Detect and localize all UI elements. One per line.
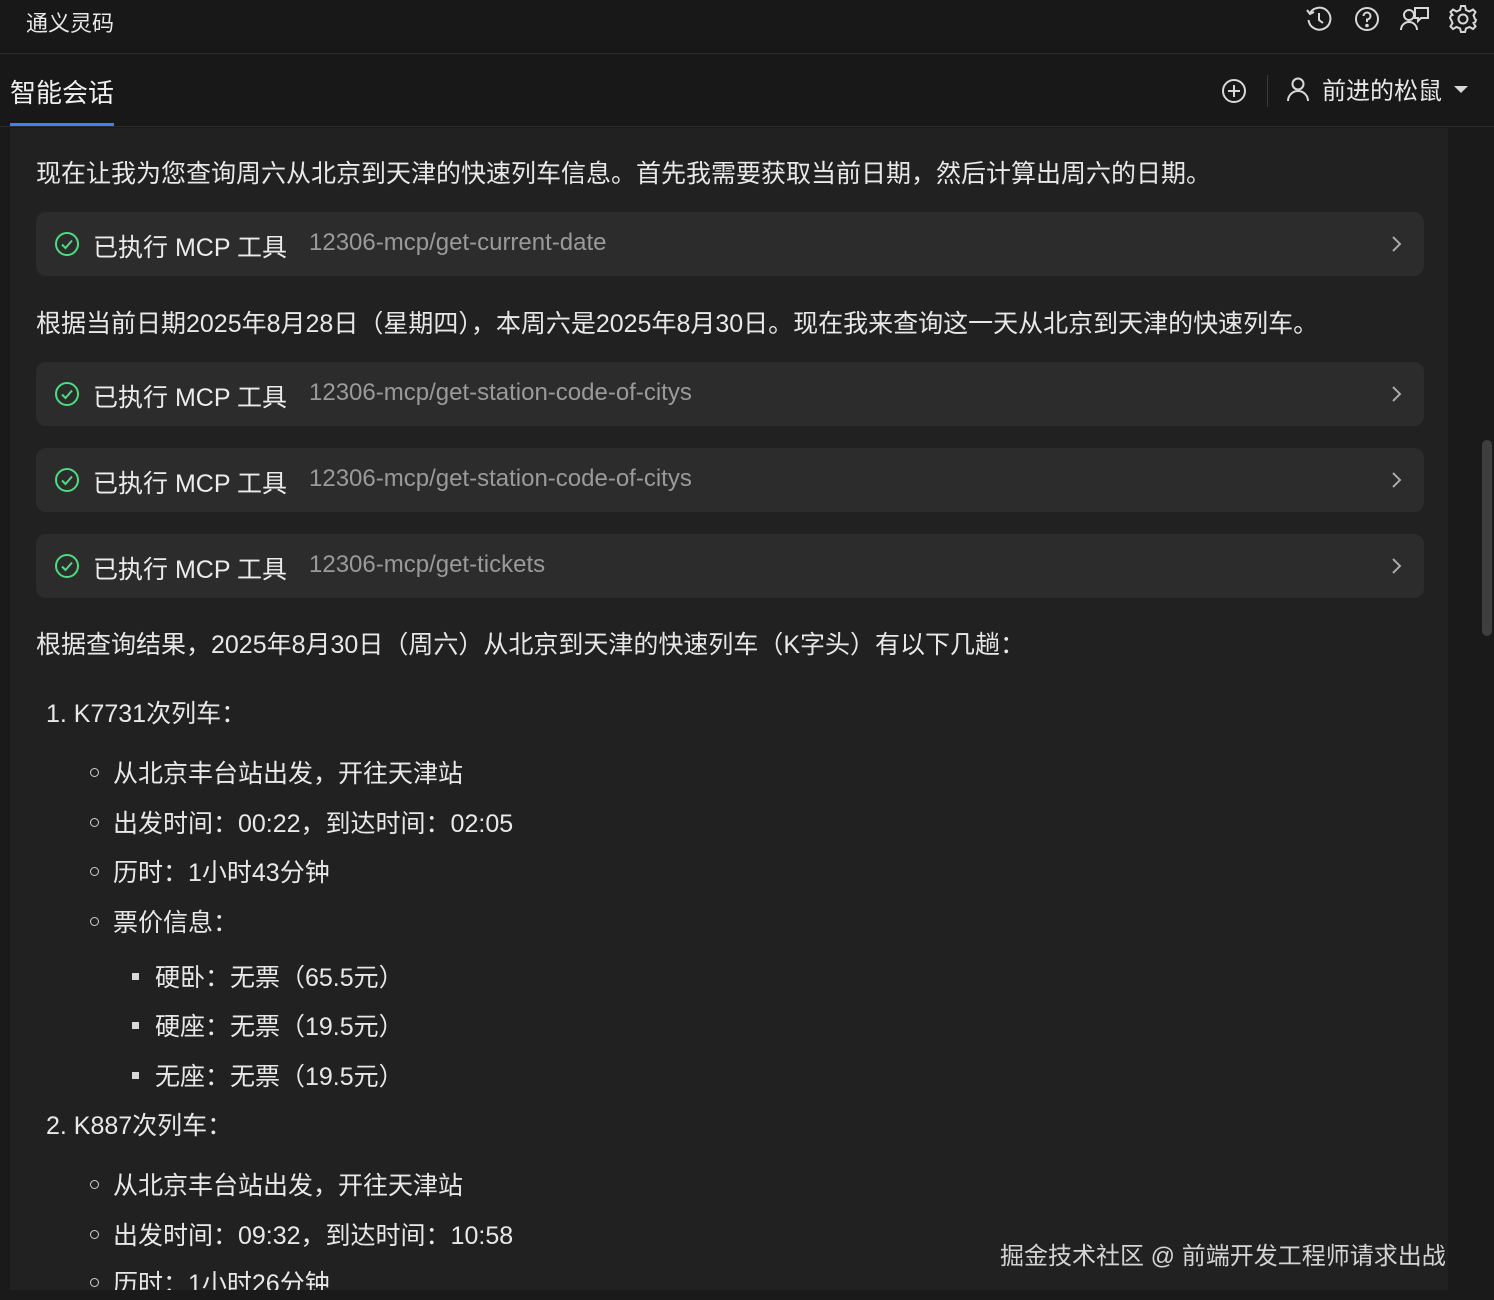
caret-down-icon	[1454, 85, 1468, 93]
train-title: 2. K887次列车：	[46, 1112, 233, 1140]
chevron-right-icon	[1392, 558, 1402, 574]
list-item: 出发时间：00:22，到达时间：02:05	[90, 804, 513, 840]
toolbar-divider	[1267, 75, 1268, 107]
help-icon[interactable]	[1350, 2, 1384, 36]
train-title: 1. K7731次列车：	[46, 700, 247, 728]
check-circle-icon	[55, 232, 79, 256]
tool-call-path: 12306-mcp/get-current-date	[309, 229, 607, 256]
title-bar: 通义灵码	[0, 0, 1494, 54]
price-item: 无座：无票（19.5元）	[132, 1057, 404, 1093]
tool-call-card[interactable]: 已执行 MCP 工具 12306-mcp/get-current-date	[36, 212, 1424, 276]
square-bullet-icon	[132, 1071, 139, 1079]
bullet-icon	[90, 1229, 99, 1239]
tool-call-label: 已执行 MCP 工具	[93, 470, 287, 498]
list-item: 出发时间：09:32，到达时间：10:58	[90, 1216, 513, 1252]
check-circle-icon	[55, 468, 79, 492]
chevron-right-icon	[1392, 472, 1402, 488]
tool-call-label: 已执行 MCP 工具	[93, 556, 287, 584]
tool-call-path: 12306-mcp/get-station-code-of-citys	[309, 465, 692, 492]
feedback-icon[interactable]	[1398, 2, 1432, 36]
tool-call-path: 12306-mcp/get-tickets	[309, 551, 546, 578]
new-chat-button[interactable]	[1218, 75, 1250, 107]
message-result-intro: 根据查询结果，2025年8月30日（周六）从北京到天津的快速列车（K字头）有以下…	[36, 631, 1026, 659]
message-date-info: 根据当前日期2025年8月28日（星期四），本周六是2025年8月30日。现在我…	[36, 310, 1319, 338]
price-item: 硬卧：无票（65.5元）	[132, 958, 404, 994]
tool-call-card[interactable]: 已执行 MCP 工具 12306-mcp/get-tickets	[36, 534, 1424, 598]
tool-call-card[interactable]: 已执行 MCP 工具 12306-mcp/get-station-code-of…	[36, 362, 1424, 426]
user-name: 前进的松鼠	[1322, 78, 1442, 105]
chat-panel: 现在让我为您查询周六从北京到天津的快速列车信息。首先我需要获取当前日期，然后计算…	[10, 128, 1448, 1290]
active-tab-indicator	[10, 123, 114, 126]
list-item: 从北京丰台站出发，开往天津站	[90, 1166, 463, 1202]
list-item: 从北京丰台站出发，开往天津站	[90, 754, 463, 790]
user-menu[interactable]: 前进的松鼠	[1284, 71, 1470, 106]
bullet-icon	[90, 767, 99, 777]
tab-smart-chat[interactable]: 智能会话	[10, 73, 114, 124]
bullet-icon	[90, 866, 99, 876]
tool-call-path: 12306-mcp/get-station-code-of-citys	[309, 379, 692, 406]
price-item: 硬座：无票（19.5元）	[132, 1007, 404, 1043]
bullet-icon	[90, 1277, 99, 1287]
settings-icon[interactable]	[1446, 2, 1480, 36]
tool-call-card[interactable]: 已执行 MCP 工具 12306-mcp/get-station-code-of…	[36, 448, 1424, 512]
bullet-icon	[90, 1179, 99, 1189]
user-icon	[1287, 77, 1309, 101]
watermark: 掘金技术社区 @ 前端开发工程师请求出战	[1000, 1243, 1446, 1270]
message-intro: 现在让我为您查询周六从北京到天津的快速列车信息。首先我需要获取当前日期，然后计算…	[36, 160, 1212, 188]
title-actions	[1302, 2, 1480, 36]
square-bullet-icon	[132, 972, 139, 980]
check-circle-icon	[55, 382, 79, 406]
app-title: 通义灵码	[26, 11, 115, 36]
bullet-icon	[90, 916, 99, 926]
check-circle-icon	[55, 554, 79, 578]
tab-bar: 智能会话 前进的松鼠	[0, 55, 1494, 127]
chevron-right-icon	[1392, 386, 1402, 402]
tool-call-label: 已执行 MCP 工具	[93, 384, 287, 412]
history-icon[interactable]	[1302, 2, 1336, 36]
square-bullet-icon	[132, 1021, 139, 1029]
plus-circle-icon	[1222, 79, 1246, 103]
list-item: 历时：1小时26分钟	[90, 1264, 330, 1290]
scrollbar-thumb[interactable]	[1482, 440, 1492, 636]
bullet-icon	[90, 817, 99, 827]
chevron-right-icon	[1392, 236, 1402, 252]
tool-call-label: 已执行 MCP 工具	[93, 234, 287, 262]
list-item: 票价信息：	[90, 903, 238, 939]
list-item: 历时：1小时43分钟	[90, 853, 330, 889]
